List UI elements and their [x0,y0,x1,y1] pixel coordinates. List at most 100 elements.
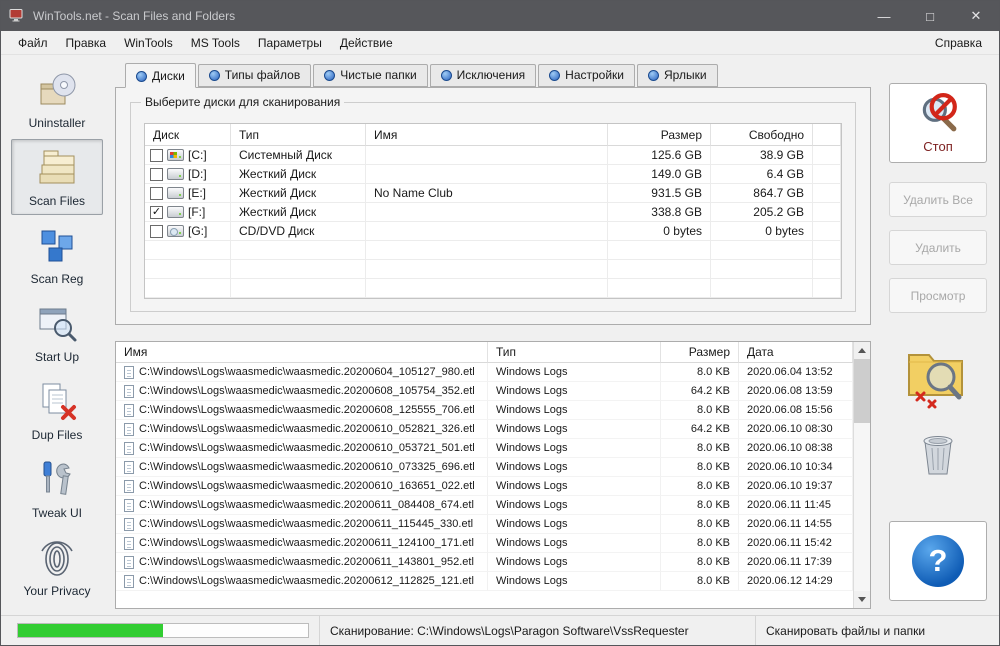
file-row[interactable]: C:\Windows\Logs\waasmedic\waasmedic.2020… [116,515,853,534]
drive-filler [813,165,841,184]
column-header-type[interactable]: Тип [231,124,366,146]
column-header-file-date[interactable]: Дата [739,342,853,363]
drive-letter: [F:] [188,205,206,219]
scrollbar-track[interactable] [854,359,870,591]
menu-help[interactable]: Справка [926,33,991,53]
progress-bar [17,623,309,638]
tab-disks[interactable]: Диски [125,63,196,88]
file-row[interactable]: C:\Windows\Logs\waasmedic\waasmedic.2020… [116,458,853,477]
drive-row[interactable]: [E:] Жесткий Диск No Name Club 931.5 GB 864.… [145,184,841,203]
sidebar-item-scan-reg[interactable]: Scan Reg [11,217,103,293]
menu-action[interactable]: Действие [331,33,402,53]
drive-free: 38.9 GB [711,146,813,165]
file-size: 8.0 KB [661,439,739,458]
tab-settings[interactable]: Настройки [538,64,636,87]
drive-letter: [C:] [188,148,207,162]
tab-file-types[interactable]: Типы файлов [197,64,312,87]
tab-empty-folders[interactable]: Чистые папки [313,64,428,87]
file-row[interactable]: C:\Windows\Logs\waasmedic\waasmedic.2020… [116,420,853,439]
window-title: WinTools.net - Scan Files and Folders [33,9,236,23]
file-name-cell: C:\Windows\Logs\waasmedic\waasmedic.2020… [116,477,488,496]
delete-button[interactable]: Удалить [889,230,987,265]
status-mode-text: Сканировать файлы и папки [755,616,999,645]
drive-checkbox[interactable] [150,186,163,200]
hard-drive-icon [167,187,184,199]
file-row[interactable]: C:\Windows\Logs\waasmedic\waasmedic.2020… [116,572,853,591]
file-row[interactable]: C:\Windows\Logs\waasmedic\waasmedic.2020… [116,363,853,382]
sidebar-item-tweak-ui[interactable]: Tweak UI [11,451,103,527]
sidebar: Uninstaller Scan Files Scan Reg Start Up… [1,55,107,615]
delete-all-button[interactable]: Удалить Все [889,182,987,217]
file-row[interactable]: C:\Windows\Logs\waasmedic\waasmedic.2020… [116,534,853,553]
recycle-bin-button[interactable] [916,430,960,481]
drive-checkbox[interactable] [150,224,163,238]
file-type: Windows Logs [488,553,661,572]
file-path: C:\Windows\Logs\waasmedic\waasmedic.2020… [139,537,474,549]
drive-letter: [G:] [188,224,208,238]
tab-shortcuts[interactable]: Ярлыки [637,64,718,87]
drive-row[interactable]: ✓ [F:] Жесткий Диск 338.8 GB 205.2 GB [145,203,841,222]
sidebar-item-start-up[interactable]: Start Up [11,295,103,371]
scroll-down-button[interactable] [854,591,870,608]
file-row[interactable]: C:\Windows\Logs\waasmedic\waasmedic.2020… [116,382,853,401]
column-header-drive[interactable]: Диск [145,124,231,146]
tab-exclusions[interactable]: Исключения [429,64,537,87]
file-row[interactable]: C:\Windows\Logs\waasmedic\waasmedic.2020… [116,553,853,572]
status-scanning-text: Сканирование: C:\Windows\Logs\Paragon So… [319,616,755,645]
file-name-cell: C:\Windows\Logs\waasmedic\waasmedic.2020… [116,572,488,591]
sidebar-item-dup-files[interactable]: Dup Files [11,373,103,449]
file-path: C:\Windows\Logs\waasmedic\waasmedic.2020… [139,442,475,454]
tab-icon [648,69,660,81]
scroll-up-button[interactable] [854,342,870,359]
menu-options[interactable]: Параметры [249,33,331,53]
close-button[interactable]: ✕ [953,1,999,31]
sidebar-item-your-privacy[interactable]: Your Privacy [11,529,103,605]
column-header-name[interactable]: Имя [366,124,608,146]
content-area: Uninstaller Scan Files Scan Reg Start Up… [1,55,999,615]
file-name-cell: C:\Windows\Logs\waasmedic\waasmedic.2020… [116,553,488,572]
tab-icon [208,69,220,81]
menu-mstools[interactable]: MS Tools [182,33,249,53]
menu-file[interactable]: Файл [9,33,57,53]
file-row[interactable]: C:\Windows\Logs\waasmedic\waasmedic.2020… [116,477,853,496]
file-size: 8.0 KB [661,363,739,382]
drive-row[interactable]: [D:] Жесткий Диск 149.0 GB 6.4 GB [145,165,841,184]
column-header-file-type[interactable]: Тип [488,342,661,363]
file-row[interactable]: C:\Windows\Logs\waasmedic\waasmedic.2020… [116,496,853,515]
drive-checkbox[interactable]: ✓ [150,205,163,219]
help-button[interactable]: ? [889,521,987,601]
drive-type: Жесткий Диск [231,184,366,203]
menu-edit[interactable]: Правка [57,33,116,53]
file-date: 2020.06.10 19:37 [739,477,853,496]
stop-button[interactable]: Стоп [889,83,987,163]
file-type: Windows Logs [488,515,661,534]
sidebar-item-uninstaller[interactable]: Uninstaller [11,61,103,137]
scrollbar-thumb[interactable] [854,359,870,423]
drive-row[interactable]: [C:] Системный Диск 125.6 GB 38.9 GB [145,146,841,165]
window-controls: — □ ✕ [861,1,999,31]
drive-size: 149.0 GB [608,165,711,184]
file-date: 2020.06.11 14:55 [739,515,853,534]
column-header-file-size[interactable]: Размер [661,342,739,363]
delete-found-files-button[interactable] [899,335,977,418]
file-row[interactable]: C:\Windows\Logs\waasmedic\waasmedic.2020… [116,401,853,420]
scroll-up-icon [858,348,866,353]
maximize-button[interactable]: □ [907,1,953,31]
drive-checkbox[interactable] [150,167,163,181]
file-row[interactable]: C:\Windows\Logs\waasmedic\waasmedic.2020… [116,439,853,458]
column-header-size[interactable]: Размер [608,124,711,146]
column-header-free[interactable]: Свободно [711,124,813,146]
file-type: Windows Logs [488,420,661,439]
minimize-button[interactable]: — [861,1,907,31]
drive-checkbox[interactable] [150,148,163,162]
drive-cell: ✓ [F:] [145,203,231,222]
file-type: Windows Logs [488,534,661,553]
drives-groupbox: Выберите диски для сканирования Диск Тип… [130,95,856,312]
drive-row[interactable]: [G:] CD/DVD Диск 0 bytes 0 bytes [145,222,841,241]
preview-button[interactable]: Просмотр [889,278,987,313]
tweak-ui-icon [36,458,78,503]
menu-wintools[interactable]: WinTools [115,33,182,53]
column-header-file-name[interactable]: Имя [116,342,488,363]
sidebar-item-scan-files[interactable]: Scan Files [11,139,103,215]
drive-type: Системный Диск [231,146,366,165]
